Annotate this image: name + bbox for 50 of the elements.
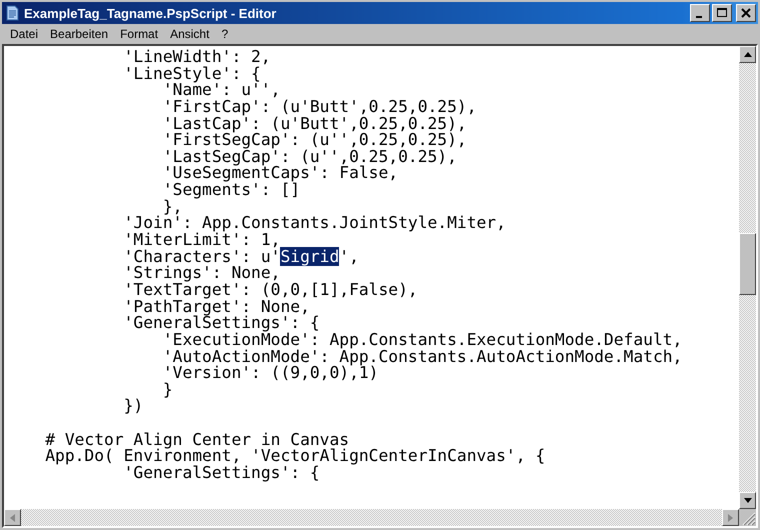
notepad-icon bbox=[4, 5, 20, 21]
resize-grip-icon[interactable] bbox=[739, 509, 756, 526]
code-line: 'Characters': u'Sigrid', bbox=[122, 248, 360, 266]
scroll-down-button[interactable] bbox=[739, 492, 756, 509]
scroll-thumb[interactable] bbox=[739, 233, 756, 295]
scroll-left-button[interactable] bbox=[4, 509, 21, 526]
horizontal-scrollbar[interactable] bbox=[4, 509, 739, 526]
code-line: 'PathTarget': None, bbox=[122, 298, 310, 316]
close-icon bbox=[741, 8, 751, 18]
code-line: 'ExecutionMode': App.Constants.ExecutionMode.Default, bbox=[162, 332, 684, 349]
minimize-icon bbox=[696, 16, 702, 18]
code-line: 'Join': App.Constants.JointStyle.Miter, bbox=[122, 215, 507, 232]
window-title: ExampleTag_Tagname.PspScript - Editor bbox=[24, 6, 276, 20]
code-line: 'Segments': [] bbox=[162, 182, 300, 199]
code-line: 'GeneralSettings': { bbox=[122, 315, 321, 332]
minimize-button[interactable] bbox=[690, 4, 710, 22]
up-arrow-icon bbox=[744, 52, 752, 57]
right-arrow-icon bbox=[728, 514, 733, 522]
code-line: 'FirstCap': (u'Butt',0.25,0.25), bbox=[162, 98, 478, 116]
code-line: 'AutoActionMode': App.Constants.AutoActionMode.Match, bbox=[162, 348, 684, 366]
maximize-icon bbox=[717, 8, 727, 18]
menu-item[interactable]: Datei bbox=[4, 27, 44, 41]
menu-item[interactable]: Bearbeiten bbox=[44, 27, 114, 41]
maximize-button[interactable] bbox=[712, 4, 732, 22]
code-line: 'GeneralSettings': { bbox=[122, 465, 320, 482]
code-line: 'TextTarget': (0,0,[1],False), bbox=[122, 282, 419, 299]
code-line: 'MiterLimit': 1, bbox=[122, 232, 280, 249]
code-line: App.Do( Environment, 'VectorAlignCenterInCanvas', { bbox=[44, 448, 546, 466]
down-arrow-icon bbox=[744, 498, 752, 503]
menu-item[interactable]: Ansicht bbox=[164, 27, 216, 41]
code-line: 'Version': ((9,0,0),1) bbox=[162, 365, 378, 382]
code-line: 'LastSegCap': (u'',0.25,0.25), bbox=[162, 148, 457, 166]
code-line: 'UseSegmentCaps': False, bbox=[162, 165, 398, 182]
code-line: 'LineWidth': 2, bbox=[122, 49, 272, 66]
menu-item[interactable]: ? bbox=[215, 27, 234, 41]
code-line: 'LineStyle': { bbox=[122, 66, 261, 82]
code-line: # Vector Align Center in Canvas bbox=[44, 432, 350, 448]
vertical-scrollbar[interactable] bbox=[739, 46, 756, 509]
code-line: 'Name': u'', bbox=[162, 82, 282, 99]
code-line: 'LastCap': (u'Butt',0.25,0.25), bbox=[162, 116, 467, 132]
scroll-right-button[interactable] bbox=[722, 509, 739, 526]
left-arrow-icon bbox=[10, 514, 15, 522]
code-line: 'FirstSegCap': (u'',0.25,0.25), bbox=[162, 132, 468, 149]
close-button[interactable] bbox=[736, 4, 756, 22]
code-line: }, bbox=[162, 198, 182, 216]
scroll-up-button[interactable] bbox=[739, 46, 756, 63]
code-line: 'Strings': None, bbox=[122, 265, 282, 282]
menu-item[interactable]: Format bbox=[114, 27, 164, 41]
code-line: } bbox=[162, 382, 174, 398]
code-line: }) bbox=[122, 398, 144, 416]
